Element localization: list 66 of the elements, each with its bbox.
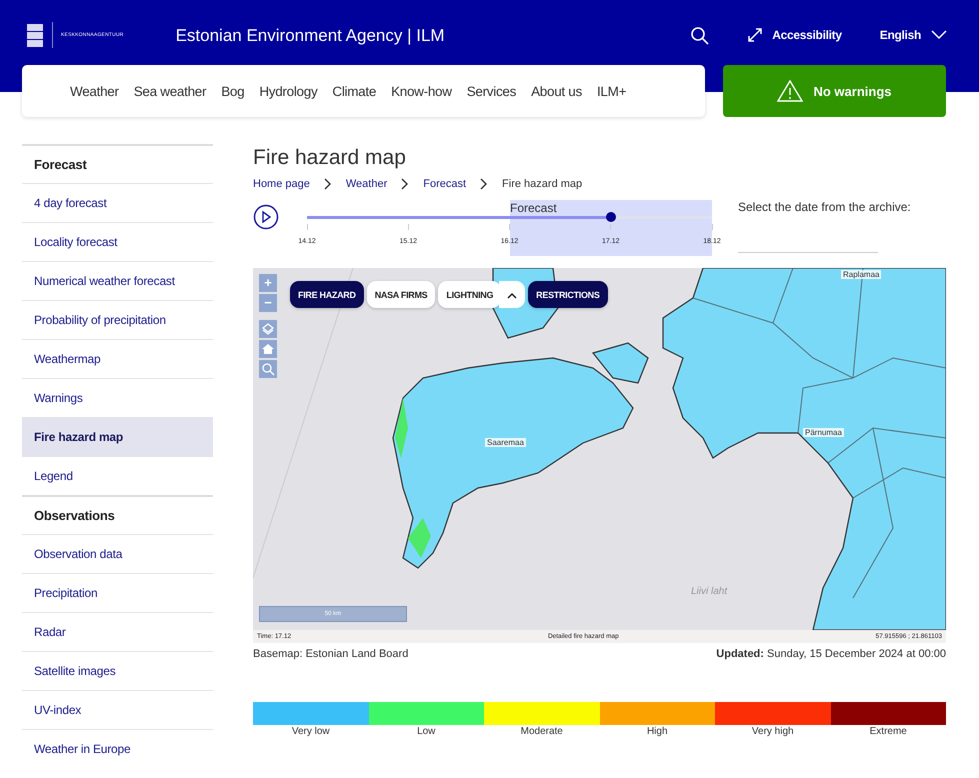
archive-label: Select the date from the archive: xyxy=(738,200,911,214)
layer-toggle[interactable]: LIGHTNING xyxy=(438,281,502,308)
layer-toggle[interactable]: NASA FIRMS xyxy=(366,281,436,308)
nav-link[interactable]: Weather xyxy=(70,84,119,98)
nav-link[interactable]: Services xyxy=(466,84,516,98)
nav-link[interactable]: About us xyxy=(531,84,582,98)
sidebar-item[interactable]: Numerical weather forecast xyxy=(22,261,213,300)
sidebar-item[interactable]: 4 day forecast xyxy=(22,183,213,222)
site-title[interactable]: Estonian Environment Agency | ILM xyxy=(176,26,445,46)
search-icon[interactable] xyxy=(690,26,710,46)
collapse-button[interactable] xyxy=(499,281,526,308)
map-place-label: Pärnumaa xyxy=(803,428,844,437)
sidebar-item[interactable]: Fire hazard map xyxy=(22,417,213,456)
sidebar-item[interactable]: Probability of precipitation xyxy=(22,300,213,339)
sidebar-heading: Forecast xyxy=(22,144,213,183)
sidebar-heading: Observations xyxy=(22,495,213,534)
home-icon[interactable] xyxy=(259,340,277,358)
low-hazard-patch xyxy=(395,398,408,458)
breadcrumb-link[interactable]: Home page xyxy=(253,178,310,190)
forecast-label: Forecast xyxy=(510,201,557,215)
sidebar-item[interactable]: Locality forecast xyxy=(22,222,213,261)
legend-label: Very high xyxy=(752,726,794,737)
chevron-up-icon xyxy=(507,292,518,299)
map-place-label: Raplamaa xyxy=(841,270,882,279)
crest-icon xyxy=(26,22,53,48)
chevron-right-icon xyxy=(480,178,488,190)
layers-icon[interactable] xyxy=(259,320,277,338)
legend-label: Very low xyxy=(292,726,330,737)
legend-label: High xyxy=(646,726,668,737)
sidebar-item[interactable]: Precipitation xyxy=(22,573,213,612)
accessibility-button[interactable]: Accessibility xyxy=(748,22,842,48)
sidebar-item[interactable]: Legend xyxy=(22,456,213,495)
warnings-button[interactable]: No warnings xyxy=(723,65,946,117)
updated-text: Updated: Sunday, 15 December 2024 at 00:00 xyxy=(716,648,946,660)
sidebar-item[interactable]: Weather in Europe xyxy=(22,729,213,768)
layer-toggle[interactable]: RESTRICTIONS xyxy=(528,281,608,308)
page-title: Fire hazard map xyxy=(253,146,407,170)
nav-link[interactable]: Hydrology xyxy=(259,84,318,98)
play-icon[interactable] xyxy=(253,204,279,230)
sidebar-item[interactable]: Weathermap xyxy=(22,339,213,378)
warning-icon xyxy=(777,79,804,103)
sidebar-item[interactable]: Observation data xyxy=(22,534,213,573)
sidebar-item[interactable]: Radar xyxy=(22,612,213,651)
sidebar-item[interactable]: UV-index xyxy=(22,690,213,729)
sidebar-item[interactable]: Satellite images xyxy=(22,651,213,690)
nav-link[interactable]: ILM+ xyxy=(596,84,626,98)
legend-label: Extreme xyxy=(870,726,907,737)
low-hazard-patch xyxy=(408,518,431,558)
chevron-down-icon xyxy=(931,30,947,40)
chevron-right-icon xyxy=(324,178,332,190)
nav-link[interactable]: Sea weather xyxy=(134,84,206,98)
nav-link[interactable]: Know-how xyxy=(391,84,452,98)
breadcrumb-link[interactable]: Weather xyxy=(346,178,388,190)
legend-label: Moderate xyxy=(520,726,563,737)
layer-toggle[interactable]: FIRE HAZARD xyxy=(290,281,364,308)
basemap-credit: Basemap: Estonian Land Board xyxy=(253,648,408,660)
legend-label: Low xyxy=(417,726,436,737)
breadcrumb-link[interactable]: Forecast xyxy=(423,178,466,190)
map-place-label: Saaremaa xyxy=(485,438,526,447)
expand-arrows-icon xyxy=(748,28,762,42)
map-place-label: Liivi laht xyxy=(690,586,728,597)
current-page-label: Fire hazard map xyxy=(502,178,582,190)
language-dropdown[interactable]: English xyxy=(880,22,947,48)
chevron-right-icon xyxy=(401,178,410,190)
nav-link[interactable]: Climate xyxy=(332,84,376,98)
nav-link[interactable]: Bog xyxy=(221,84,244,98)
